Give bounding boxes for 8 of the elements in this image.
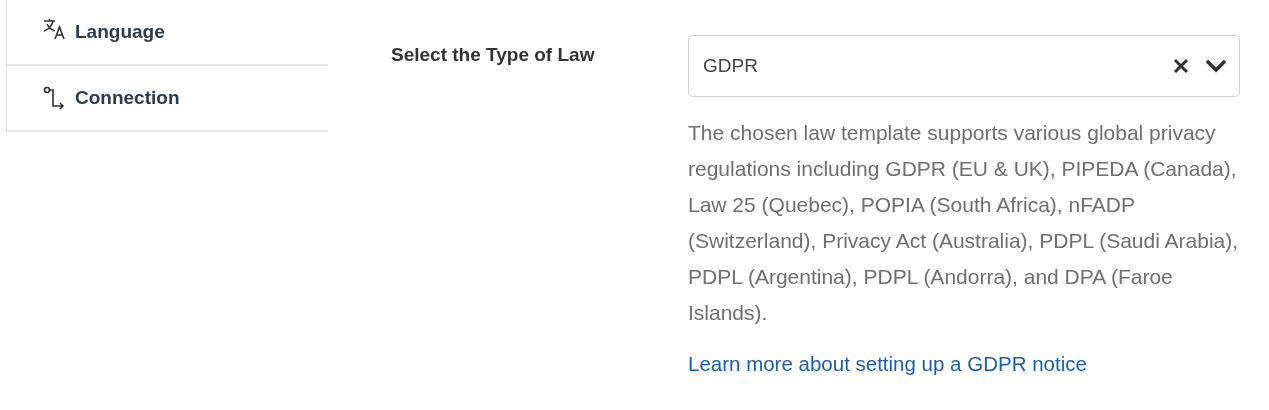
translate-icon bbox=[43, 18, 67, 40]
connection-icon bbox=[43, 86, 67, 110]
clear-icon[interactable] bbox=[1173, 58, 1189, 74]
law-type-select[interactable]: GDPR bbox=[688, 35, 1240, 97]
chevron-down-icon[interactable] bbox=[1205, 59, 1227, 73]
learn-more-link[interactable]: Learn more about setting up a GDPR notice bbox=[688, 349, 1087, 380]
help-text: The chosen law template supports various global privacy regulations including GDPR (EU & UK), PIPEDA (Canada), Law 25 (Quebec), POPIA (South Africa), nFADP (Switzerland), Privacy Act (Australia), PDPL (Saudi Arabia), PDPL (Argentina), PDPL (Andorra), and DPA (Faroe Islands). bbox=[688, 120, 1240, 326]
field-label: Select the Type of Law bbox=[391, 43, 596, 67]
